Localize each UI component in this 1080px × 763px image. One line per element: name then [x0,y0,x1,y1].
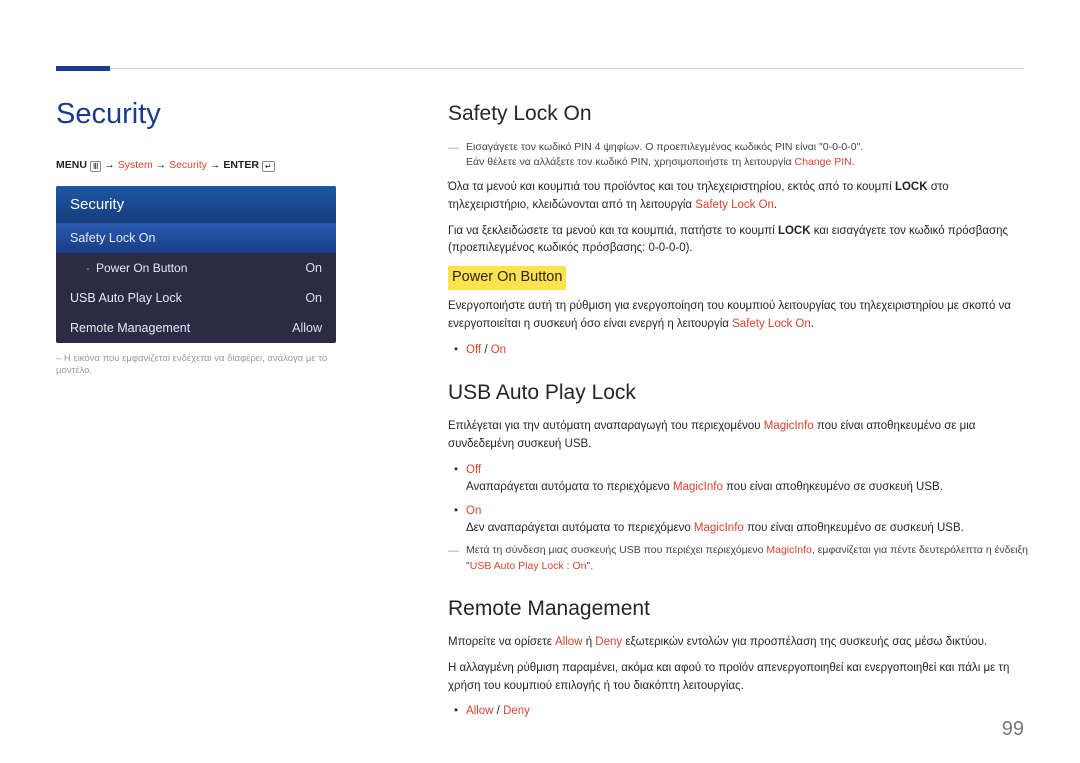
menu-grid-icon: Ⅲ [90,161,102,172]
menu-panel-header: Security [56,186,336,223]
breadcrumb: MENU Ⅲ → System → Security → ENTER ↵ [56,159,336,172]
menu-row-remote-management[interactable]: Remote Management Allow [56,313,336,343]
menu-row-label: Power On Button [70,261,187,275]
usb-p1: Επιλέγεται για την αυτόματη αναπαραγωγή … [448,418,1028,454]
arrow-icon: → [104,159,115,171]
menu-panel: Security Safety Lock On Power On Button … [56,186,336,343]
right-column: Safety Lock On Εισαγάγετε τον κωδικό PIN… [448,98,1028,739]
menu-row-value: Allow [292,321,322,335]
menu-row-label: USB Auto Play Lock [70,291,182,305]
left-footnote: – Η εικόνα που εμφανίζεται ενδέχεται να … [56,353,336,378]
breadcrumb-menu: MENU [56,159,87,171]
breadcrumb-enter: ENTER [223,159,259,171]
usb-on-bullet: On Δεν αναπαράγεται αυτόματα το περιεχόμ… [448,503,1028,538]
note-pin: Εισαγάγετε τον κωδικό PIN 4 ψηφίων. Ο πρ… [448,140,1028,172]
enter-icon: ↵ [262,161,275,172]
menu-row-usb-auto-play-lock[interactable]: USB Auto Play Lock On [56,283,336,313]
menu-row-power-on-button[interactable]: Power On Button On [56,253,336,283]
breadcrumb-system: System [118,159,153,171]
power-on-button-text: Ενεργοποιήστε αυτή τη ρύθμιση για ενεργο… [448,298,1028,334]
remote-p2: Η αλλαγμένη ρύθμιση παραμένει, ακόμα και… [448,660,1028,696]
page-number: 99 [1002,718,1024,741]
arrow-icon: → [156,159,167,171]
remote-options: Allow / Deny [448,703,1028,720]
section-usb-auto-play-lock: USB Auto Play Lock Επιλέγεται για την αυ… [448,377,1028,575]
top-rule [56,68,1024,69]
breadcrumb-security: Security [169,159,207,171]
menu-row-safety-lock[interactable]: Safety Lock On [56,223,336,253]
heading-safety-lock: Safety Lock On [448,98,1028,130]
menu-row-value: On [305,261,322,275]
usb-off-bullet: Off Αναπαράγεται αυτόματα το περιεχόμενο… [448,462,1028,497]
section-safety-lock: Safety Lock On Εισαγάγετε τον κωδικό PIN… [448,98,1028,359]
heading-remote: Remote Management [448,593,1028,625]
menu-row-label: Safety Lock On [70,231,155,245]
safety-lock-p2: Για να ξεκλειδώσετε τα μενού και τα κουμ… [448,223,1028,259]
page-title: Security [56,98,336,131]
heading-usb: USB Auto Play Lock [448,377,1028,409]
usb-note: Μετά τη σύνδεση μιας συσκευής USB που πε… [448,543,1028,575]
remote-p1: Μπορείτε να ορίσετε Allow ή Deny εξωτερι… [448,634,1028,652]
safety-lock-p1: Όλα τα μενού και κουμπιά του προϊόντος κ… [448,179,1028,215]
arrow-icon: → [210,159,221,171]
section-remote-management: Remote Management Μπορείτε να ορίσετε Al… [448,593,1028,721]
menu-row-value: On [305,291,322,305]
left-column: Security MENU Ⅲ → System → Security → EN… [56,98,336,378]
power-options: Off / On [448,342,1028,359]
heading-power-on-button: Power On Button [448,266,566,290]
menu-row-label: Remote Management [70,321,190,335]
